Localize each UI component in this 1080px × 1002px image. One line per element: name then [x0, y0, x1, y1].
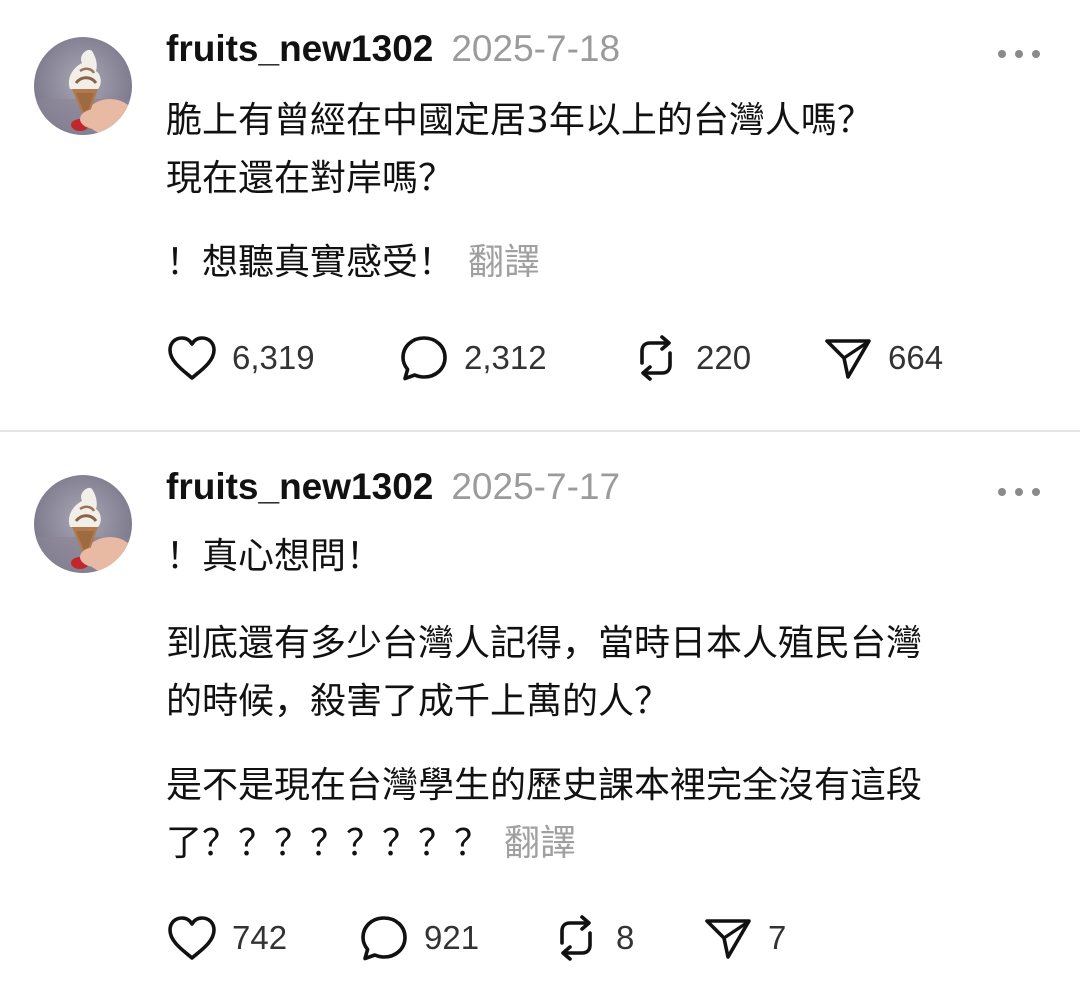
share-button[interactable]: 7 [702, 913, 786, 963]
more-icon-dot [1032, 488, 1040, 496]
post-date: 2025-7-18 [451, 28, 621, 69]
post-header: fruits_new1302 2025-7-17 [166, 466, 620, 516]
heart-icon [166, 913, 218, 963]
comment-bubble-icon [358, 913, 410, 963]
post-text: 脆上有曾經在中國定居3年以上的台灣人嗎？ 現在還在對岸嗎？ [166, 100, 873, 199]
post-item[interactable]: fruits_new1302 2025-7-18 脆上有曾經在中國定居3年以上的… [0, 0, 1080, 430]
more-icon-dot [1015, 488, 1023, 496]
post-text: ！真心想問！ [166, 536, 383, 577]
post-date: 2025-7-17 [451, 466, 621, 507]
repost-button[interactable]: 220 [630, 333, 751, 383]
repost-count: 220 [696, 339, 752, 376]
reply-button[interactable]: 2,312 [398, 333, 547, 383]
more-icon-dot [998, 50, 1006, 58]
like-count: 6,319 [232, 339, 315, 376]
reply-count: 2,312 [464, 339, 547, 376]
translate-link[interactable]: 翻譯 [504, 823, 576, 864]
repost-icon [550, 913, 602, 963]
more-options-button[interactable] [998, 44, 1040, 64]
like-button[interactable]: 6,319 [166, 333, 315, 383]
repost-icon [630, 333, 682, 383]
more-icon-dot [1015, 50, 1023, 58]
post-actions: 6,319 2,312 220 664 [166, 333, 1046, 383]
send-icon [822, 333, 874, 383]
translate-link[interactable]: 翻譯 [468, 242, 540, 283]
post-actions: 742 921 8 7 [166, 913, 1046, 963]
avatar[interactable] [34, 475, 132, 573]
repost-count: 8 [616, 919, 635, 956]
post-text: 到底還有多少台灣人記得，當時日本人殖民台灣 的時候，殺害了成千上萬的人？ [166, 623, 923, 722]
comment-bubble-icon [398, 333, 450, 383]
send-icon [702, 913, 754, 963]
reply-button[interactable]: 921 [358, 913, 479, 963]
repost-button[interactable]: 8 [550, 913, 634, 963]
share-count: 7 [768, 919, 787, 956]
post-header: fruits_new1302 2025-7-18 [166, 28, 620, 78]
more-icon-dot [1032, 50, 1040, 58]
post-text: 是不是現在台灣學生的歷史課本裡完全沒有這段 了？？？？？？？？ 翻譯 [166, 757, 1046, 873]
more-options-button[interactable] [998, 482, 1040, 502]
like-count: 742 [232, 919, 288, 956]
heart-icon [166, 333, 218, 383]
share-count: 664 [888, 339, 944, 376]
more-icon-dot [998, 488, 1006, 496]
share-button[interactable]: 664 [822, 333, 943, 383]
avatar[interactable] [34, 37, 132, 135]
username[interactable]: fruits_new1302 [166, 28, 433, 70]
post-item[interactable]: fruits_new1302 2025-7-17 ！真心想問！ 到底還有多少台灣… [0, 432, 1080, 1002]
username[interactable]: fruits_new1302 [166, 466, 433, 508]
post-text-line: ！想聽真實感受！ [166, 242, 455, 283]
reply-count: 921 [424, 919, 480, 956]
post-text: ！想聽真實感受！ 翻譯 [166, 234, 1046, 292]
like-button[interactable]: 742 [166, 913, 287, 963]
